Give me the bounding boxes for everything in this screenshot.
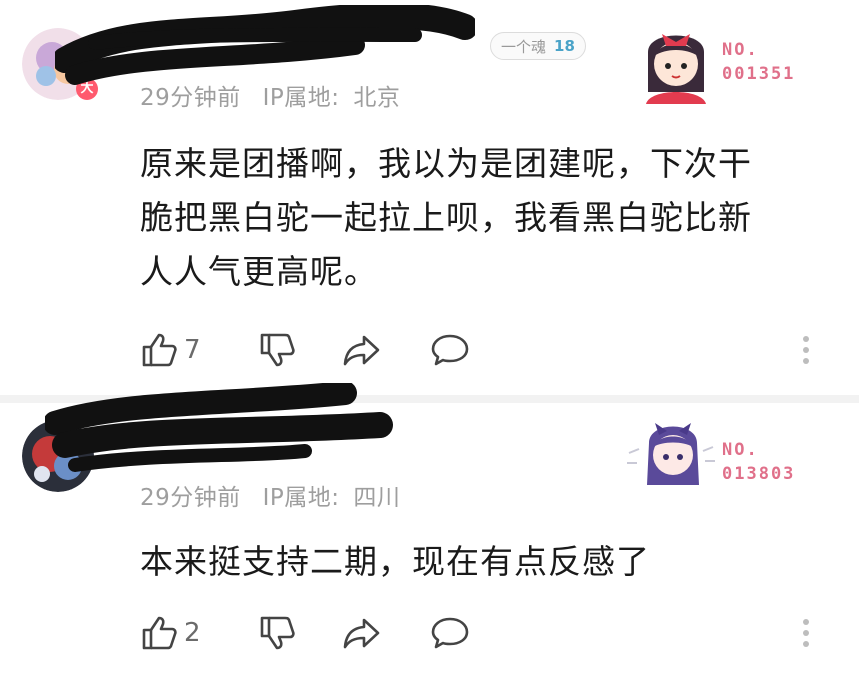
ip-location: 四川	[353, 485, 401, 511]
sticker-number: NO. 001351	[722, 38, 795, 86]
comment-meta: 29分钟前 IP属地: 四川	[140, 478, 400, 512]
comment-text: 原来是团播啊，我以为是团建呢，下次干 脆把黑白驼一起拉上呗，我看黑白驼比新 人人…	[140, 137, 752, 299]
comment-meta: 29分钟前 IP属地: 北京	[140, 78, 400, 112]
comment-text-line: 人人气更高呢。	[140, 252, 378, 291]
like-button[interactable]: 2	[140, 613, 201, 653]
comment-text-line: 本来挺支持二期，现在有点反感了	[140, 542, 650, 581]
comment-item: 大 一个魂 18 29分钟前 IP属地: 北京 NO. 001351 原来是团播…	[0, 0, 859, 395]
like-count: 2	[184, 618, 201, 648]
comment-list: 大 一个魂 18 29分钟前 IP属地: 北京 NO. 001351 原来是团播…	[0, 0, 859, 695]
sticker-avatar	[636, 22, 716, 108]
share-button[interactable]	[342, 330, 382, 370]
comment-time: 29分钟前	[140, 485, 241, 511]
share-arrow-icon	[342, 614, 382, 652]
share-arrow-icon	[342, 331, 382, 369]
comment-bubble-icon	[430, 614, 470, 652]
ip-location: 北京	[353, 85, 401, 111]
ip-label: IP属地:	[262, 85, 340, 111]
fan-badge-label: 一个魂	[501, 37, 547, 56]
thumbs-down-icon	[258, 614, 296, 652]
comment-item: 29分钟前 IP属地: 四川 NO. 013803 本来挺支持二期，现在有点反感…	[0, 381, 859, 695]
dislike-button[interactable]	[258, 613, 296, 653]
sticker-avatar	[625, 413, 717, 499]
comment-text-line: 原来是团播啊，我以为是团建呢，下次干	[140, 144, 752, 183]
more-vertical-icon	[796, 336, 816, 374]
comment-text-line: 脆把黑白驼一起拉上呗，我看黑白驼比新	[140, 198, 752, 237]
like-button[interactable]: 7	[140, 330, 201, 370]
share-button[interactable]	[342, 613, 382, 653]
sticker-no-label: NO.	[722, 40, 759, 60]
sticker-number: NO. 013803	[722, 438, 795, 486]
sticker-no-value: 013803	[722, 464, 796, 484]
username-redaction	[43, 381, 405, 482]
comment-actions: 2	[140, 613, 840, 653]
comment-actions: 7	[140, 330, 840, 370]
like-count: 7	[184, 335, 201, 365]
sticker-no-value: 001351	[722, 64, 796, 84]
comment-time: 29分钟前	[140, 85, 241, 111]
dislike-button[interactable]	[258, 330, 296, 370]
more-button[interactable]	[796, 613, 816, 653]
fan-badge-level: 18	[554, 37, 575, 55]
ip-label: IP属地:	[262, 485, 340, 511]
more-button[interactable]	[796, 330, 816, 370]
thumbs-up-icon	[140, 331, 178, 369]
fan-badge[interactable]: 一个魂 18	[490, 32, 586, 60]
comment-bubble-icon	[430, 331, 470, 369]
sticker-no-label: NO.	[722, 440, 759, 460]
thumbs-down-icon	[258, 331, 296, 369]
reply-button[interactable]	[430, 613, 470, 653]
thumbs-up-icon	[140, 614, 178, 652]
reply-button[interactable]	[430, 330, 470, 370]
comment-text: 本来挺支持二期，现在有点反感了	[140, 535, 650, 589]
more-vertical-icon	[796, 619, 816, 657]
